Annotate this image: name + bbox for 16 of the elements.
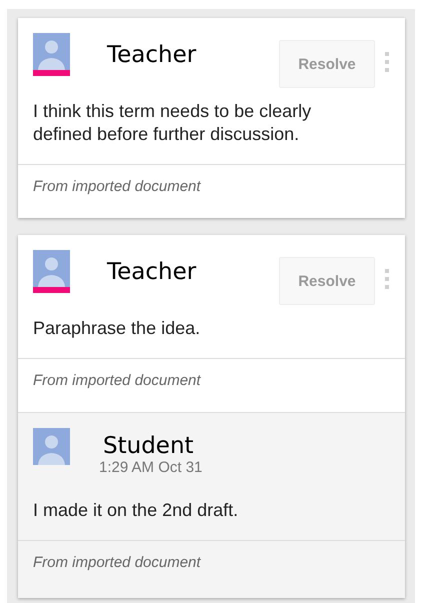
resolve-button[interactable]: Resolve	[279, 257, 375, 305]
avatar-icon	[33, 33, 70, 70]
resolve-button[interactable]: Resolve	[279, 40, 375, 88]
author-name: Student	[103, 433, 195, 459]
author-name: Teacher	[107, 42, 198, 68]
more-options-icon[interactable]	[385, 269, 389, 289]
comment-text: I think this term needs to be clearly defined before further discussion.	[33, 100, 312, 146]
comment-source: From imported document	[33, 178, 201, 195]
more-options-icon[interactable]	[385, 52, 389, 72]
comment-source: From imported document	[33, 372, 201, 389]
comment-text: Paraphrase the idea.	[33, 317, 202, 340]
author-name: Teacher	[107, 259, 198, 285]
comment-source: From imported document	[33, 554, 201, 571]
avatar-icon	[33, 250, 70, 287]
comment-text: I made it on the 2nd draft.	[33, 499, 240, 522]
comment-time: 1:29 AM Oct 31	[99, 459, 204, 477]
